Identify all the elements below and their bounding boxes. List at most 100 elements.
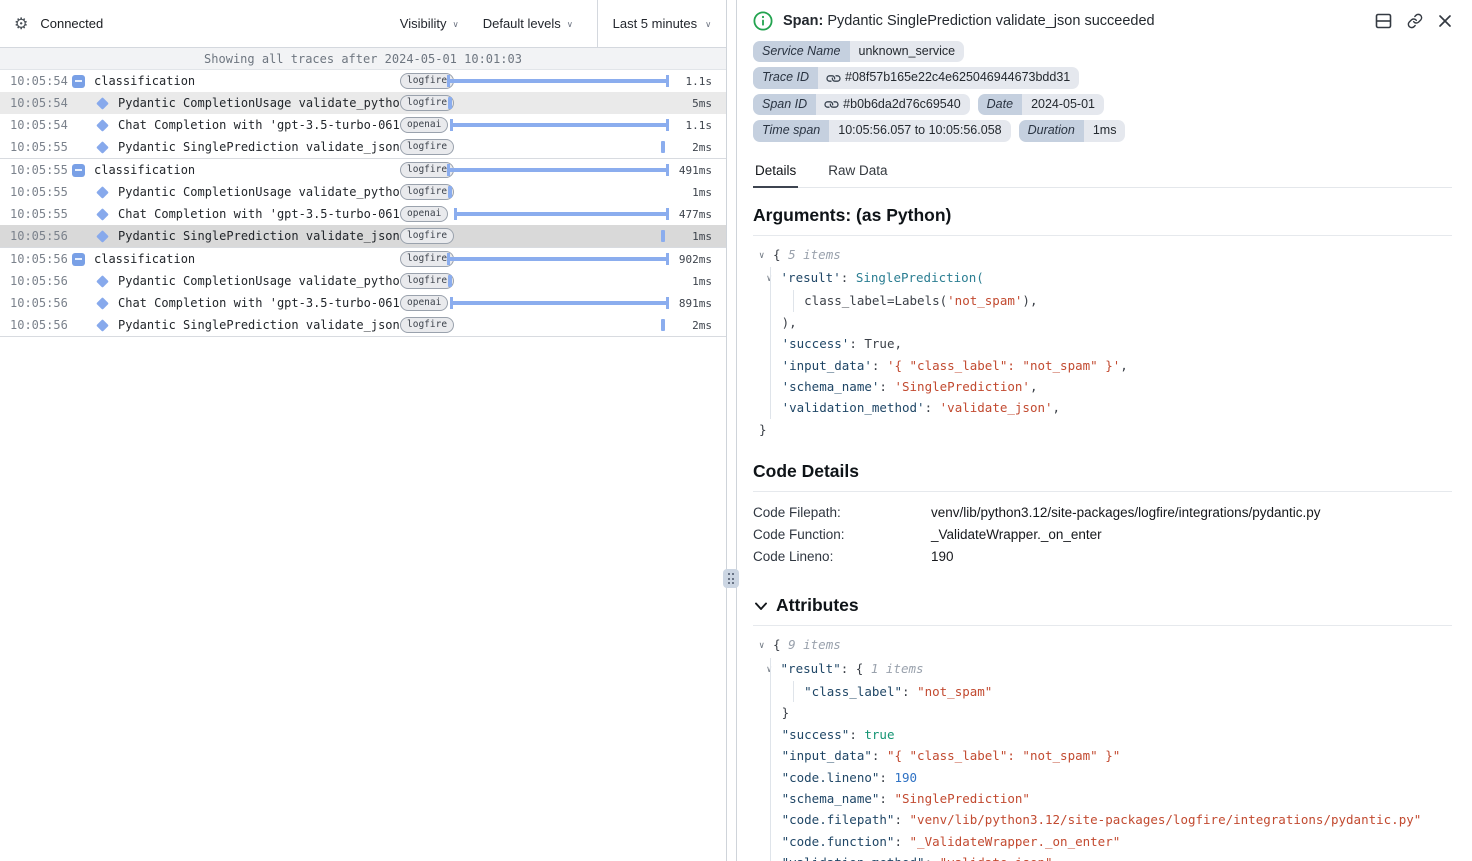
trace-row[interactable]: 10:05:56Pydantic SinglePrediction valida… xyxy=(0,314,726,336)
duration-track xyxy=(448,314,668,336)
tab-details[interactable]: Details xyxy=(753,155,798,188)
duration-track xyxy=(448,225,668,247)
collapse-minus-icon[interactable] xyxy=(72,164,85,177)
span-diamond-icon xyxy=(96,297,109,310)
duration-bar xyxy=(448,79,668,83)
span-detail-header: Span: Pydantic SinglePrediction validate… xyxy=(753,0,1452,41)
collapse-caret-icon[interactable]: ∨ xyxy=(767,269,781,290)
trace-row[interactable]: 10:05:55Chat Completion with 'gpt-3.5-tu… xyxy=(0,203,726,225)
collapse-caret-icon[interactable]: ∨ xyxy=(759,636,773,657)
splitter-grip-icon[interactable] xyxy=(723,569,739,588)
span-timestamp: 10:05:56 xyxy=(0,252,72,266)
code-line: "success": true xyxy=(759,724,1452,745)
link-icon[interactable] xyxy=(822,95,840,113)
scope-tag: logfire xyxy=(400,162,454,178)
trace-row[interactable]: 10:05:54Pydantic CompletionUsage validat… xyxy=(0,92,726,114)
panel-splitter[interactable] xyxy=(727,0,736,861)
code-line: "code.function": "_ValidateWrapper._on_e… xyxy=(759,831,1452,852)
code-line: 'input_data': '{ "class_label": "not_spa… xyxy=(759,355,1452,376)
span-duration: 891ms xyxy=(668,297,726,310)
code-line: ∨{ 5 items xyxy=(759,244,1452,267)
trace-row[interactable]: 10:05:54Chat Completion with 'gpt-3.5-tu… xyxy=(0,114,726,136)
span-duration: 1ms xyxy=(668,186,726,199)
span-timestamp: 10:05:56 xyxy=(0,318,72,332)
code-line: "class_label": "not_spam" xyxy=(759,681,1452,702)
duration-track xyxy=(448,292,668,314)
tab-raw-data[interactable]: Raw Data xyxy=(826,155,889,187)
span-diamond-icon xyxy=(96,275,109,288)
span-timestamp: 10:05:55 xyxy=(0,163,72,177)
metadata-badge: Duration1ms xyxy=(1019,120,1126,141)
code-line: "input_data": "{ "class_label": "not_spa… xyxy=(759,745,1452,766)
trace-row[interactable]: 10:05:55Pydantic CompletionUsage validat… xyxy=(0,181,726,203)
traces-status-text: Showing all traces after 2024-05-01 10:0… xyxy=(0,48,726,70)
code-lineno-label: Code Lineno: xyxy=(753,546,931,568)
split-view-button[interactable] xyxy=(1375,13,1392,29)
duration-track xyxy=(448,70,668,92)
trace-row[interactable]: 10:05:56Pydantic CompletionUsage validat… xyxy=(0,270,726,292)
visibility-dropdown[interactable]: Visibility ∨ xyxy=(400,16,459,31)
span-name: Chat Completion with 'gpt-3.5-turbo-0613… xyxy=(118,118,400,132)
trace-group: 10:05:54classificationlogfire1.1s10:05:5… xyxy=(0,70,726,159)
trace-list-panel: ⚙ Connected Visibility ∨ Default levels … xyxy=(0,0,727,861)
scope-tag: logfire xyxy=(400,184,454,200)
time-range-dropdown[interactable]: Last 5 minutes ∨ xyxy=(597,0,726,47)
badge-value: unknown_service xyxy=(850,41,965,62)
span-name: Pydantic SinglePrediction validate_json xyxy=(118,229,400,243)
settings-gear-icon[interactable]: ⚙ xyxy=(14,14,28,34)
code-details-heading: Code Details xyxy=(753,461,1452,492)
collapse-minus-icon[interactable] xyxy=(72,75,85,88)
code-filepath-row: Code Filepath: venv/lib/python3.12/site-… xyxy=(753,502,1452,524)
duration-track xyxy=(448,92,668,114)
span-name: Pydantic CompletionUsage validate_python xyxy=(118,274,400,288)
span-diamond-icon xyxy=(96,208,109,221)
metadata-badge: Span ID#b0b6da2d76c69540 xyxy=(753,94,970,115)
copy-link-button[interactable] xyxy=(1407,13,1423,29)
collapse-minus-icon[interactable] xyxy=(72,253,85,266)
scope-tag: logfire xyxy=(400,139,454,155)
code-line: "schema_name": "SinglePrediction" xyxy=(759,788,1452,809)
code-line: ∨"result": { 1 items xyxy=(759,658,1452,681)
default-levels-dropdown[interactable]: Default levels ∨ xyxy=(483,16,573,31)
arguments-heading: Arguments: (as Python) xyxy=(753,205,1452,236)
scope-tag: logfire xyxy=(400,95,454,111)
badge-label: Service Name xyxy=(753,41,850,62)
code-line: ∨'result': SinglePrediction( xyxy=(759,267,1452,290)
scope-tag: logfire xyxy=(400,73,454,89)
span-duration: 1.1s xyxy=(668,119,726,132)
duration-tick xyxy=(661,230,665,242)
collapse-caret-icon[interactable]: ∨ xyxy=(759,246,773,267)
chevron-down-icon: ∨ xyxy=(452,19,458,30)
badge-value: #08f57b165e22c4e625046944673bdd31 xyxy=(818,67,1079,88)
trace-row[interactable]: 10:05:54classificationlogfire1.1s xyxy=(0,70,726,92)
trace-row[interactable]: 10:05:55Pydantic SinglePrediction valida… xyxy=(0,136,726,158)
metadata-badge: Service Nameunknown_service xyxy=(753,41,964,62)
code-line: ∨{ 9 items xyxy=(759,634,1452,657)
scope-tag: logfire xyxy=(400,251,454,267)
trace-row[interactable]: 10:05:56Pydantic SinglePrediction valida… xyxy=(0,225,726,247)
span-name: Pydantic SinglePrediction validate_json xyxy=(118,140,400,154)
trace-row[interactable]: 10:05:55classificationlogfire491ms xyxy=(0,159,726,181)
chevron-down-icon[interactable] xyxy=(753,598,769,614)
duration-tick xyxy=(448,275,452,287)
code-line: "validation_method": "validate_json" xyxy=(759,852,1452,861)
trace-row[interactable]: 10:05:56Chat Completion with 'gpt-3.5-tu… xyxy=(0,292,726,314)
span-name: Pydantic CompletionUsage validate_python xyxy=(118,185,400,199)
collapse-caret-icon[interactable]: ∨ xyxy=(767,660,781,681)
span-duration: 902ms xyxy=(668,253,726,266)
link-icon[interactable] xyxy=(824,69,842,87)
trace-row[interactable]: 10:05:56classificationlogfire902ms xyxy=(0,248,726,270)
duration-bar xyxy=(451,123,668,127)
logfire-app: ⚙ Connected Visibility ∨ Default levels … xyxy=(0,0,1472,861)
code-filepath-label: Code Filepath: xyxy=(753,502,931,524)
span-duration: 1ms xyxy=(668,275,726,288)
badge-value: 2024-05-01 xyxy=(1022,94,1104,115)
close-icon[interactable] xyxy=(1438,14,1452,28)
duration-bar xyxy=(451,301,668,305)
duration-bar xyxy=(448,168,668,172)
span-diamond-icon xyxy=(96,97,109,110)
code-line: ), xyxy=(759,312,1452,333)
scope-tag: openai xyxy=(400,295,448,311)
duration-track xyxy=(448,136,668,158)
span-name: classification xyxy=(94,74,195,88)
